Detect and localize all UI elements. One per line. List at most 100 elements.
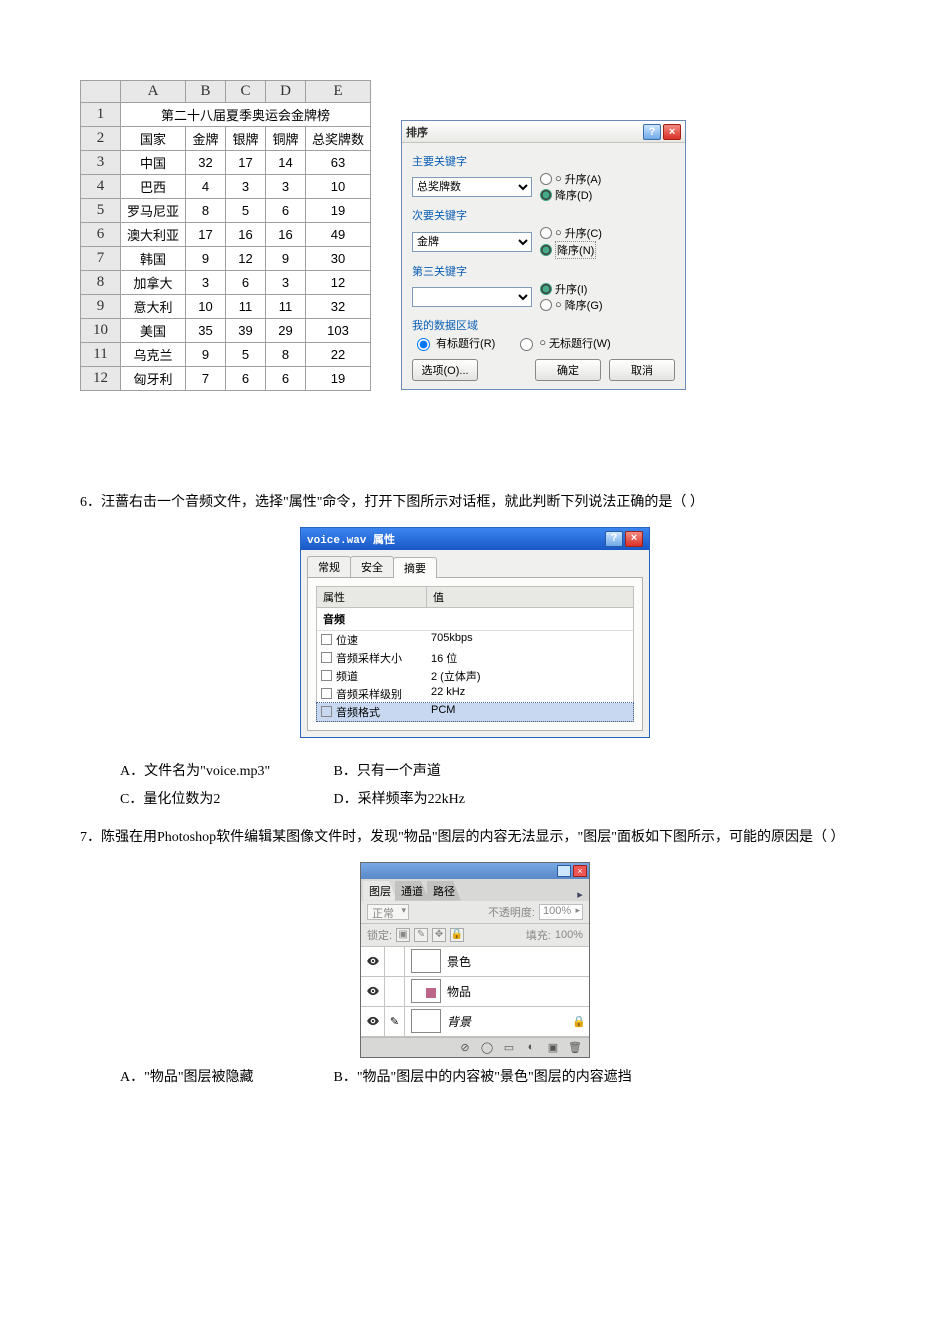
lock-transparent-icon[interactable]: ▣ [396,928,410,942]
asc-radio[interactable]: 升序(I) [540,281,603,297]
data-cell: 49 [306,223,371,247]
desc-radio[interactable]: 降序(N) [540,241,602,259]
link-icon[interactable]: ✎ [385,1007,405,1036]
desc-radio[interactable]: ○ 降序(G) [540,297,603,313]
visibility-icon[interactable] [361,947,385,976]
lock-move-icon[interactable]: ✥ [432,928,446,942]
lock-all-icon[interactable]: 🔒 [450,928,464,942]
property-row[interactable]: 音频采样大小16 位 [317,649,633,667]
property-row[interactable]: 音频采样级别22 kHz [317,685,633,703]
ok-button[interactable]: 确定 [535,359,601,381]
row-head: 9 [81,295,121,319]
minimize-icon[interactable] [557,865,571,877]
data-cell: 16 [226,223,266,247]
data-area-label: 我的数据区域 [412,317,675,333]
data-cell: 澳大利亚 [121,223,186,247]
tab-general[interactable]: 常规 [307,556,351,577]
mask-icon[interactable]: ◯ [479,1040,495,1054]
prop-title: voice.wav 属性 [307,531,395,547]
fx-icon[interactable]: ⊘ [457,1040,473,1054]
data-cell: 8 [266,343,306,367]
cancel-button[interactable]: 取消 [609,359,675,381]
opacity-input[interactable]: 100% [539,904,583,920]
data-cell: 5 [226,199,266,223]
panel-menu-icon[interactable]: ▸ [573,888,587,901]
asc-radio[interactable]: ○ 升序(C) [540,225,602,241]
close-icon[interactable]: × [663,124,681,140]
data-cell: 美国 [121,319,186,343]
lock-icon: 🔒 [569,1015,589,1028]
data-cell: 3 [226,175,266,199]
data-cell: 35 [186,319,226,343]
panel-titlebar: × [361,863,589,879]
data-cell: 中国 [121,151,186,175]
tab-layers[interactable]: 图层 [363,881,397,901]
data-cell: 韩国 [121,247,186,271]
data-cell: 11 [226,295,266,319]
data-cell: 6 [226,367,266,391]
new-layer-icon[interactable]: ▣ [545,1040,561,1054]
no-header-radio[interactable]: ○ 无标题行(W) [515,335,610,351]
tab-summary[interactable]: 摘要 [393,557,437,578]
hdr-cell: 国家 [121,127,186,151]
adjust-icon[interactable]: ◐ [523,1040,539,1054]
data-cell: 32 [306,295,371,319]
data-cell: 8 [186,199,226,223]
secondary-key-select[interactable]: 金牌 [412,232,532,252]
sort-title: 排序 [406,124,643,140]
trash-icon[interactable]: 🗑 [567,1040,583,1054]
row-head: 6 [81,223,121,247]
layer-name: 景色 [447,953,589,970]
tab-channels[interactable]: 通道 [395,881,429,901]
row-head: 10 [81,319,121,343]
data-cell: 39 [226,319,266,343]
q6-options: A．文件名为"voice.mp3" B．只有一个声道 C．量化位数为2 D．采样… [120,758,870,814]
help-icon[interactable]: ? [643,124,661,140]
col-c: C [226,81,266,103]
data-cell: 29 [266,319,306,343]
hdr-cell: 总奖牌数 [306,127,371,151]
close-icon[interactable]: × [573,865,587,877]
folder-icon[interactable]: ▭ [501,1040,517,1054]
data-cell: 3 [266,175,306,199]
row-head: 12 [81,367,121,391]
third-key-select[interactable] [412,287,532,307]
lock-brush-icon[interactable]: ✎ [414,928,428,942]
property-row[interactable]: 位速705kbps [317,631,633,649]
blend-mode-select[interactable]: 正常 [367,904,409,920]
layer-row[interactable]: 景色 [361,947,589,977]
visibility-icon[interactable] [361,977,385,1006]
audio-category: 音频 [317,608,633,631]
property-row[interactable]: 音频格式PCM [317,703,633,721]
has-header-radio[interactable]: 有标题行(R) [412,335,495,351]
corner-cell [81,81,121,103]
fill-input[interactable]: 100% [555,929,583,941]
data-cell: 9 [186,247,226,271]
data-cell: 罗马尼亚 [121,199,186,223]
row-head: 5 [81,199,121,223]
layer-row[interactable]: ✎ 背景 🔒 [361,1007,589,1037]
desc-radio[interactable]: 降序(D) [540,187,601,203]
data-cell: 10 [186,295,226,319]
layer-row[interactable]: 物品 [361,977,589,1007]
spreadsheet: A B C D E 1 第二十八届夏季奥运会金牌榜 2 国家 金牌 银牌 铜牌 … [80,80,371,391]
hdr-cell: 铜牌 [266,127,306,151]
primary-key-select[interactable]: 总奖牌数 [412,177,532,197]
data-cell: 6 [266,367,306,391]
q7-a: A．"物品"图层被隐藏 [120,1064,330,1092]
opacity-label: 不透明度: [488,904,535,920]
col-a: A [121,81,186,103]
data-cell: 17 [226,151,266,175]
q7-b: B．"物品"图层中的内容被"景色"图层的内容遮挡 [334,1064,632,1092]
tab-security[interactable]: 安全 [350,556,394,577]
data-cell: 9 [186,343,226,367]
visibility-icon[interactable] [361,1007,385,1036]
asc-radio[interactable]: ○ 升序(A) [540,171,601,187]
help-icon[interactable]: ? [605,531,623,547]
tab-paths[interactable]: 路径 [427,881,461,901]
lock-label: 锁定: [367,927,392,943]
hdr-cell: 金牌 [186,127,226,151]
property-row[interactable]: 频道2 (立体声) [317,667,633,685]
close-icon[interactable]: × [625,531,643,547]
options-button[interactable]: 选项(O)... [412,359,478,381]
